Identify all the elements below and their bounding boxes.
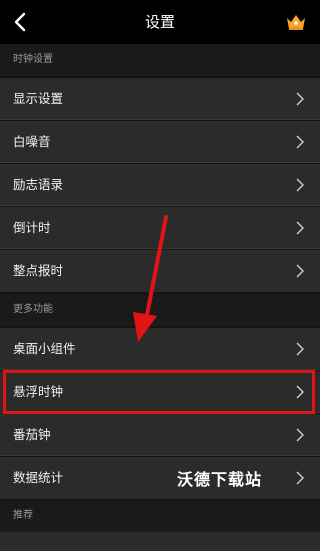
chevron-right-icon xyxy=(296,471,304,485)
chevron-right-icon xyxy=(296,92,304,106)
menu-item-countdown[interactable]: 倒计时 xyxy=(0,207,320,249)
menu-item-hourly-chime[interactable]: 整点报时 xyxy=(0,250,320,292)
page-title: 设置 xyxy=(144,13,175,31)
menu-item-partial[interactable] xyxy=(0,532,320,551)
chevron-right-icon xyxy=(296,221,304,235)
menu-item-label: 显示设置 xyxy=(13,91,64,106)
section-header-clock: 时钟设置 xyxy=(0,44,320,76)
menu-item-pomodoro[interactable]: 番茄钟 xyxy=(0,414,320,456)
menu-item-display[interactable]: 显示设置 xyxy=(0,78,320,120)
chevron-right-icon xyxy=(296,428,304,442)
menu-item-widget[interactable]: 桌面小组件 xyxy=(0,328,320,370)
menu-item-label: 数据统计 xyxy=(13,470,64,485)
section-header-more: 更多功能 xyxy=(0,294,320,326)
menu-item-motivation[interactable]: 励志语录 xyxy=(0,164,320,206)
menu-item-label: 整点报时 xyxy=(13,263,64,278)
section-header-recommend: 推荐 xyxy=(0,500,320,532)
chevron-right-icon xyxy=(296,178,304,192)
menu-item-label: 倒计时 xyxy=(13,220,51,235)
chevron-right-icon xyxy=(296,135,304,149)
menu-item-label: 桌面小组件 xyxy=(13,341,76,356)
menu-item-label: 白噪音 xyxy=(13,134,51,149)
chevron-right-icon xyxy=(296,342,304,356)
app-header: 设置 xyxy=(0,0,320,44)
chevron-right-icon xyxy=(296,264,304,278)
highlight-box xyxy=(3,370,315,414)
menu-item-white-noise[interactable]: 白噪音 xyxy=(0,121,320,163)
crown-icon[interactable] xyxy=(284,10,308,34)
menu-item-label: 番茄钟 xyxy=(13,427,51,442)
watermark-text: 沃德下载站 xyxy=(177,470,263,489)
menu-item-statistics[interactable]: 数据统计 xyxy=(0,457,320,499)
menu-item-label: 励志语录 xyxy=(13,177,64,192)
